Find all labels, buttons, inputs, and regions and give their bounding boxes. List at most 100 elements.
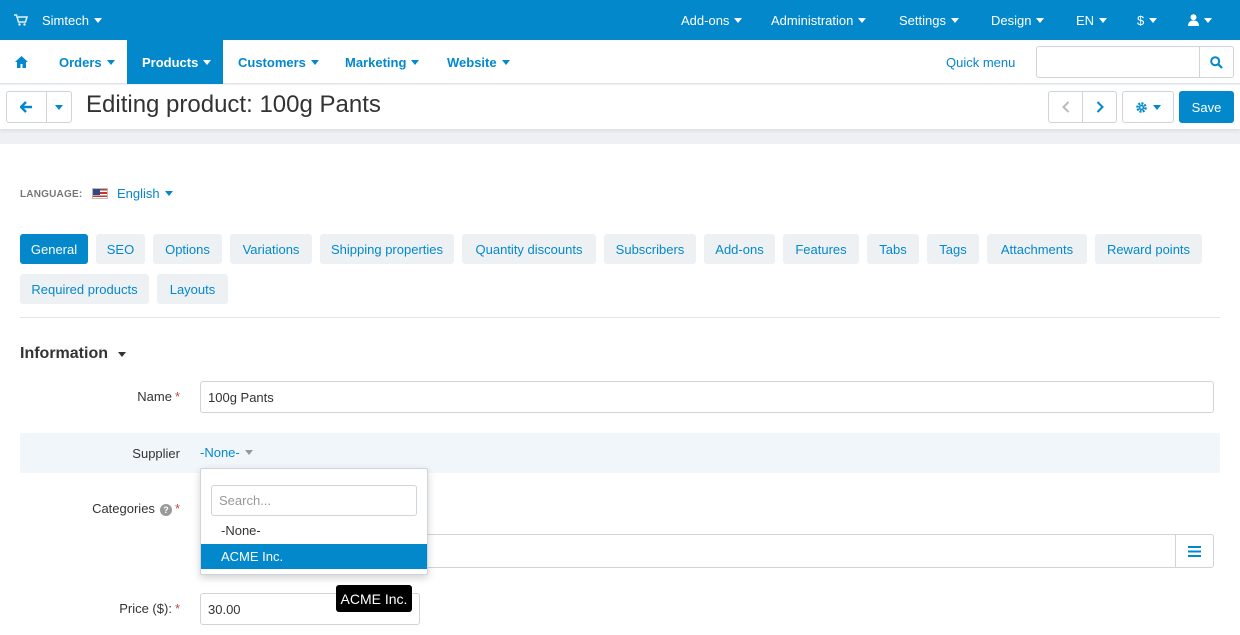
- language-selector[interactable]: English: [92, 186, 173, 201]
- tab-features[interactable]: Features: [783, 234, 859, 264]
- chevron-down-icon: [734, 17, 743, 23]
- topnav-label: EN: [1076, 12, 1095, 28]
- supplier-option-acme[interactable]: ACME Inc.: [201, 544, 427, 569]
- topnav-label: $: [1137, 12, 1145, 28]
- topnav-addons[interactable]: Add-ons: [681, 0, 743, 40]
- nav-products[interactable]: Products: [127, 40, 223, 84]
- categories-label: Categories? *: [92, 501, 180, 516]
- top-bar: Simtech Add-ons Administration Settings …: [0, 0, 1240, 40]
- chevron-down-icon: [164, 191, 173, 196]
- topnav-administration[interactable]: Administration: [771, 0, 867, 40]
- tab-general[interactable]: General: [20, 234, 88, 264]
- tab-subscribers[interactable]: Subscribers: [604, 234, 696, 264]
- search-button[interactable]: [1199, 47, 1233, 77]
- tab-tags[interactable]: Tags: [927, 234, 979, 264]
- information-section-toggle[interactable]: Information: [20, 345, 126, 363]
- prev-product-button[interactable]: [1048, 91, 1083, 123]
- categories-picker-button[interactable]: [1175, 534, 1214, 568]
- chevron-down-icon: [310, 59, 319, 65]
- nav-label: Products: [142, 54, 199, 70]
- tab-addons[interactable]: Add-ons: [704, 234, 775, 264]
- language-label: LANGUAGE:: [20, 189, 83, 200]
- name-field[interactable]: 100g Pants: [200, 381, 1214, 413]
- section-title: Information: [20, 345, 108, 362]
- required-mark: *: [174, 601, 180, 616]
- content-area: LANGUAGE: English General SEO Options Va…: [0, 144, 1240, 635]
- tab-required-products[interactable]: Required products: [20, 274, 149, 304]
- label-text: Price ($):: [119, 601, 172, 616]
- topnav-label: Administration: [771, 12, 854, 28]
- topnav-currency[interactable]: $: [1137, 0, 1158, 40]
- user-icon: [1188, 14, 1199, 26]
- settings-dropdown-button[interactable]: [1122, 91, 1174, 123]
- cart-icon: [14, 14, 28, 26]
- tab-reward-points[interactable]: Reward points: [1095, 234, 1202, 264]
- label-text: Name: [137, 389, 172, 404]
- supplier-value: -None-: [200, 445, 240, 460]
- quick-menu-link[interactable]: Quick menu: [946, 40, 1015, 84]
- tab-attachments[interactable]: Attachments: [987, 234, 1087, 264]
- list-icon: [1188, 545, 1201, 557]
- chevron-down-icon: [118, 351, 126, 357]
- page-title: Editing product: 100g Pants: [86, 91, 381, 118]
- chevron-down-icon: [950, 17, 959, 23]
- nav-home[interactable]: [15, 40, 28, 84]
- chevron-down-icon: [1099, 17, 1108, 23]
- chevron-down-icon: [1149, 17, 1158, 23]
- chevron-down-icon: [244, 450, 253, 455]
- nav-customers[interactable]: Customers: [238, 40, 319, 84]
- nav-website[interactable]: Website: [447, 40, 510, 84]
- tab-quantity-discounts[interactable]: Quantity discounts: [462, 234, 596, 264]
- back-button[interactable]: [6, 91, 47, 123]
- help-icon[interactable]: ?: [159, 503, 172, 516]
- save-button[interactable]: Save: [1179, 91, 1234, 123]
- required-mark: *: [174, 389, 180, 404]
- home-icon: [15, 56, 28, 68]
- tab-layouts[interactable]: Layouts: [157, 274, 228, 304]
- price-label: Price ($): *: [119, 601, 180, 616]
- chevron-down-icon: [1153, 104, 1161, 110]
- supplier-search-input[interactable]: Search...: [211, 485, 417, 516]
- chevron-down-icon: [55, 104, 63, 110]
- chevron-left-icon: [1061, 101, 1069, 113]
- chevron-down-icon: [203, 59, 212, 65]
- nav-marketing[interactable]: Marketing: [345, 40, 420, 84]
- chevron-down-icon: [1036, 17, 1045, 23]
- topnav-user[interactable]: [1188, 0, 1212, 40]
- name-value: 100g Pants: [208, 389, 274, 405]
- supplier-selector[interactable]: -None-: [200, 445, 253, 460]
- supplier-option-none[interactable]: -None-: [201, 518, 427, 543]
- title-bar: Editing product: 100g Pants Save: [0, 85, 1240, 129]
- chevron-down-icon: [1204, 17, 1212, 23]
- nav-orders[interactable]: Orders: [59, 40, 115, 84]
- next-product-button[interactable]: [1082, 91, 1117, 123]
- chevron-down-icon: [858, 17, 867, 23]
- topnav-label: Settings: [899, 12, 946, 28]
- tooltip: ACME Inc.: [336, 585, 412, 612]
- tab-seo[interactable]: SEO: [96, 234, 145, 264]
- arrow-left-icon: [20, 101, 32, 113]
- tab-shipping-properties[interactable]: Shipping properties: [320, 234, 454, 264]
- nav-label: Customers: [238, 54, 306, 70]
- topnav-settings[interactable]: Settings: [899, 0, 959, 40]
- store-switcher[interactable]: Simtech: [14, 0, 102, 40]
- name-label: Name *: [137, 389, 180, 404]
- gear-icon: [1136, 101, 1147, 113]
- topnav-design[interactable]: Design: [991, 0, 1045, 40]
- tab-variations[interactable]: Variations: [230, 234, 312, 264]
- chevron-down-icon: [411, 59, 420, 65]
- required-mark: *: [174, 501, 180, 516]
- price-value: 30.00: [208, 601, 241, 617]
- supplier-label: Supplier: [132, 446, 180, 461]
- tab-options[interactable]: Options: [153, 234, 222, 264]
- chevron-down-icon: [93, 17, 102, 23]
- tab-tabs[interactable]: Tabs: [867, 234, 919, 264]
- search-input[interactable]: [1036, 46, 1234, 78]
- topnav-label: Add-ons: [681, 12, 730, 28]
- topnav-language[interactable]: EN: [1076, 0, 1108, 40]
- back-dropdown-button[interactable]: [46, 91, 72, 123]
- main-nav: Orders Products Customers Marketing Webs…: [0, 40, 1240, 84]
- nav-label: Orders: [59, 54, 102, 70]
- divider: [20, 317, 1220, 318]
- nav-label: Website: [447, 54, 497, 70]
